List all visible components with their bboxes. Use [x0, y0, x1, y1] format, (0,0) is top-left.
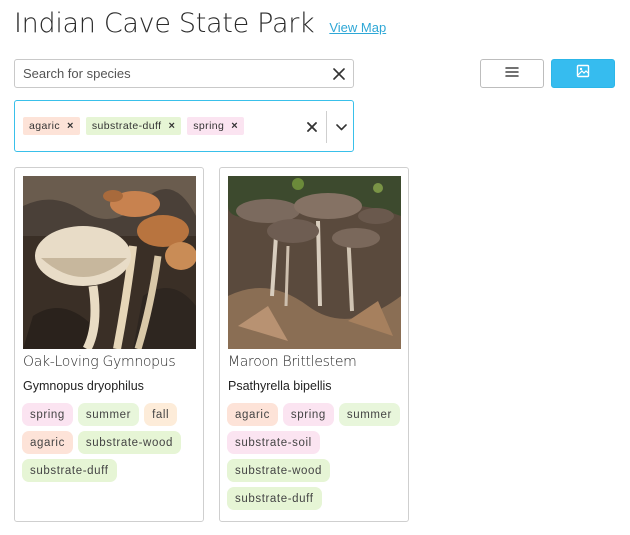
- tag-substrate-duff[interactable]: substrate-duff: [22, 459, 117, 482]
- list-icon: [505, 65, 519, 83]
- tag-substrate-wood[interactable]: substrate-wood: [77, 431, 181, 454]
- tag-substrate-wood[interactable]: substrate-wood: [227, 459, 331, 482]
- tag-summer[interactable]: summer: [77, 403, 140, 426]
- common-name: Oak-Loving Gymnopus: [23, 354, 176, 370]
- tag-summer[interactable]: summer: [338, 403, 400, 426]
- page-title: Indian Cave State Park: [14, 8, 315, 39]
- filter-chip-label: agaric: [29, 120, 60, 132]
- tag-agaric[interactable]: agaric: [227, 403, 278, 426]
- search-box: [14, 59, 354, 88]
- page-header: Indian Cave State Park View Map: [14, 8, 386, 48]
- clear-all-icon[interactable]: [304, 115, 320, 139]
- tag-spring[interactable]: spring: [282, 403, 334, 426]
- scientific-name: Psathyrella bipellis: [228, 379, 332, 393]
- filter-chip: agaric ×: [23, 117, 80, 135]
- tag-substrate-duff[interactable]: substrate-duff: [227, 487, 322, 510]
- species-photo: [228, 176, 401, 349]
- remove-chip-icon[interactable]: ×: [67, 120, 74, 132]
- image-view-button[interactable]: [551, 59, 615, 88]
- search-input[interactable]: [15, 60, 325, 87]
- selected-tags: agaric × substrate-duff × spring ×: [23, 117, 245, 135]
- tag-filter-select[interactable]: agaric × substrate-duff × spring ×: [14, 100, 354, 152]
- filter-chip: substrate-duff ×: [85, 117, 182, 135]
- remove-chip-icon[interactable]: ×: [231, 120, 238, 132]
- remove-chip-icon[interactable]: ×: [168, 120, 175, 132]
- tag-agaric[interactable]: agaric: [22, 431, 73, 454]
- divider: [326, 111, 327, 143]
- close-icon[interactable]: [325, 60, 353, 87]
- image-icon: [576, 64, 590, 83]
- species-photo: [23, 176, 196, 349]
- filter-chip-label: substrate-duff: [91, 120, 162, 132]
- list-view-button[interactable]: [480, 59, 544, 88]
- chevron-down-icon[interactable]: [333, 115, 349, 139]
- species-card[interactable]: Oak-Loving Gymnopus Gymnopus dryophilus …: [14, 167, 204, 522]
- view-map-link[interactable]: View Map: [329, 20, 386, 35]
- species-card[interactable]: Maroon Brittlestem Psathyrella bipellis …: [219, 167, 409, 522]
- tag-spring[interactable]: spring: [22, 403, 73, 426]
- filter-chip: spring ×: [187, 117, 245, 135]
- species-tags: agaric spring summer substrate-soil substrat…: [227, 403, 405, 510]
- common-name: Maroon Brittlestem: [228, 354, 357, 370]
- species-tags: spring summer fall agaric substrate-wood subs…: [22, 403, 200, 482]
- filter-chip-label: spring: [193, 120, 225, 132]
- tag-fall[interactable]: fall: [144, 403, 178, 426]
- tag-substrate-soil[interactable]: substrate-soil: [227, 431, 320, 454]
- scientific-name: Gymnopus dryophilus: [23, 379, 144, 393]
